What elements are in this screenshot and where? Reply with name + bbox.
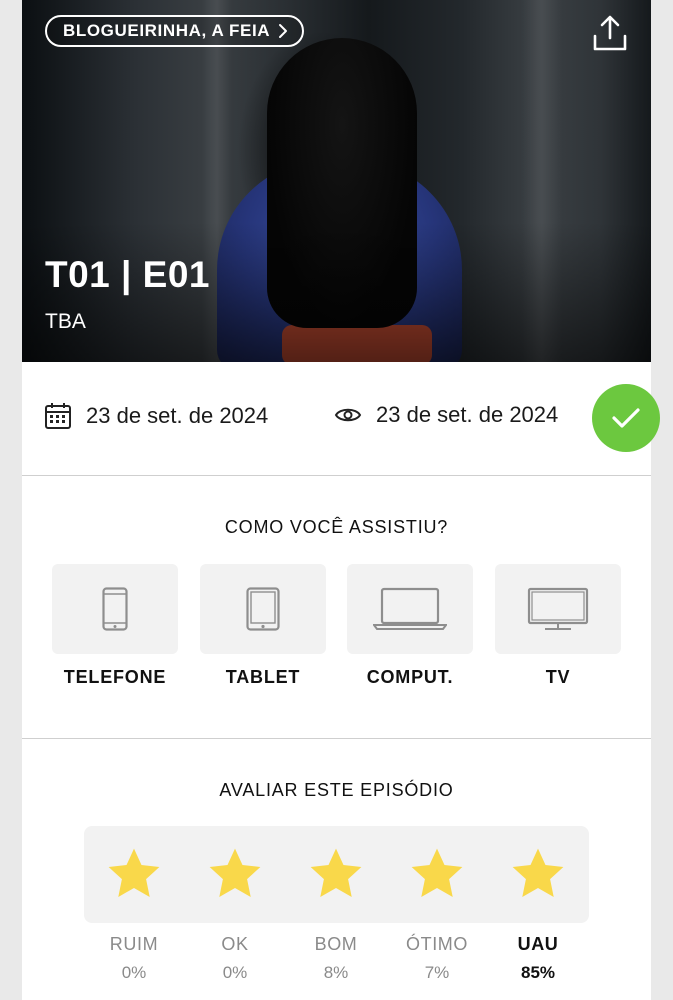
device-label: TELEFONE (63, 667, 167, 687)
rating-option-uau: UAU 85% (493, 934, 583, 983)
rating-name: OK (221, 934, 249, 954)
phone-icon (102, 587, 128, 631)
checkmark-icon (612, 408, 640, 428)
device-button[interactable] (52, 564, 178, 654)
rating-percent: 0% (121, 963, 147, 982)
rating-stars (84, 826, 589, 923)
chevron-right-icon (279, 24, 288, 38)
show-name: BLOGUEIRINHA, A FEIA (63, 21, 271, 40)
rating-name: UAU (517, 934, 559, 954)
device-option-tv[interactable]: TV (495, 564, 621, 688)
rating-name: RUIM (109, 934, 159, 954)
device-option-computer[interactable]: COMPUT. (347, 564, 473, 688)
star-icon[interactable] (408, 845, 466, 903)
rating-title: AVALIAR ESTE EPISÓDIO (219, 780, 454, 800)
device-label: TABLET (225, 667, 301, 687)
laptop-icon (373, 587, 447, 630)
rating-percent: 85% (520, 963, 556, 982)
star-icon[interactable] (105, 845, 163, 903)
watched-date[interactable]: 23 de set. de 2024 (334, 402, 558, 428)
device-button[interactable] (347, 564, 473, 654)
device-label: COMPUT. (366, 667, 454, 687)
episode-hero-image: BLOGUEIRINHA, A FEIA T01 | E01 TBA (22, 0, 651, 362)
device-label: TV (545, 667, 571, 687)
rating-percent: 0% (222, 963, 248, 982)
how-watched-title: COMO VOCÊ ASSISTIU? (224, 517, 449, 537)
rating-name: ÓTIMO (406, 934, 468, 954)
rating-option-ok: OK 0% (190, 934, 280, 983)
rating-option-ruim: RUIM 0% (89, 934, 179, 983)
tablet-icon (246, 587, 280, 631)
episode-code: T01 | E01 (45, 254, 211, 295)
episode-title: TBA (45, 310, 86, 333)
rating-option-otimo: ÓTIMO 7% (392, 934, 482, 983)
watched-toggle-button[interactable] (592, 384, 660, 452)
rating-percent: 7% (424, 963, 450, 982)
share-icon[interactable] (590, 14, 630, 54)
star-icon[interactable] (307, 845, 365, 903)
star-icon[interactable] (509, 845, 567, 903)
rating-name: BOM (314, 934, 358, 954)
divider (22, 475, 651, 476)
device-option-phone[interactable]: TELEFONE (52, 564, 178, 688)
air-date-text: 23 de set. de 2024 (86, 403, 269, 428)
show-link-button[interactable]: BLOGUEIRINHA, A FEIA (45, 15, 305, 47)
divider (22, 738, 651, 739)
device-button[interactable] (200, 564, 326, 654)
episode-card: BLOGUEIRINHA, A FEIA T01 | E01 TBA 23 de… (22, 0, 660, 1000)
star-icon[interactable] (206, 845, 264, 903)
calendar-icon (45, 403, 71, 429)
air-date: 23 de set. de 2024 (44, 402, 268, 430)
rating-percent: 8% (323, 963, 349, 982)
device-option-tablet[interactable]: TABLET (200, 564, 326, 688)
watched-date-text: 23 de set. de 2024 (376, 402, 559, 427)
tv-icon (527, 587, 589, 630)
device-button[interactable] (495, 564, 621, 654)
dates-row: 23 de set. de 2024 23 de set. de 2024 (22, 362, 660, 475)
eye-icon (334, 408, 362, 422)
rating-option-bom: BOM 8% (291, 934, 381, 983)
